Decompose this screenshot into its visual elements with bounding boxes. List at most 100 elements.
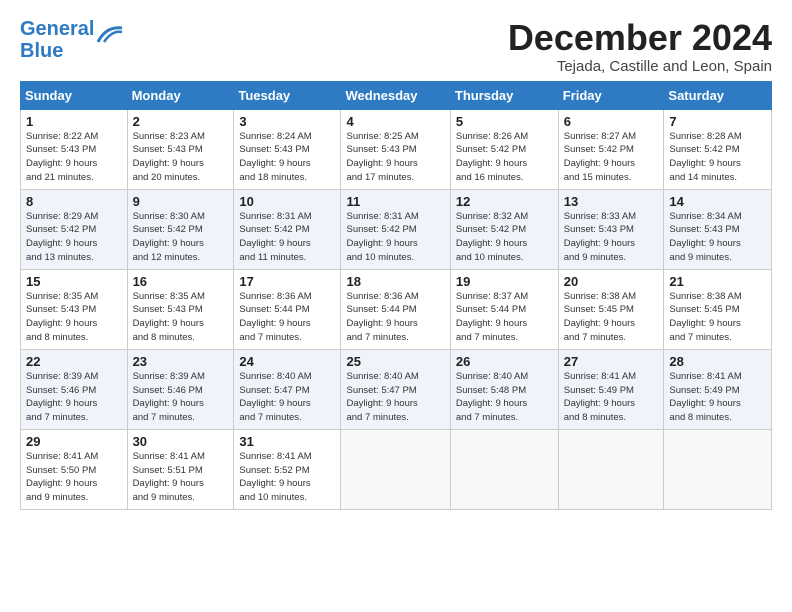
week-row-1: 1Sunrise: 8:22 AM Sunset: 5:43 PM Daylig…	[21, 109, 772, 189]
day-info: Sunrise: 8:41 AM Sunset: 5:49 PM Dayligh…	[669, 370, 766, 425]
day-number: 30	[133, 434, 229, 449]
table-cell: 30Sunrise: 8:41 AM Sunset: 5:51 PM Dayli…	[127, 429, 234, 509]
week-row-2: 8Sunrise: 8:29 AM Sunset: 5:42 PM Daylig…	[21, 189, 772, 269]
logo-wing-icon	[96, 24, 124, 46]
day-info: Sunrise: 8:38 AM Sunset: 5:45 PM Dayligh…	[669, 290, 766, 345]
day-info: Sunrise: 8:39 AM Sunset: 5:46 PM Dayligh…	[26, 370, 122, 425]
title-block: December 2024 Tejada, Castille and Leon,…	[508, 18, 772, 75]
day-number: 4	[346, 114, 444, 129]
day-info: Sunrise: 8:30 AM Sunset: 5:42 PM Dayligh…	[133, 210, 229, 265]
table-cell: 17Sunrise: 8:36 AM Sunset: 5:44 PM Dayli…	[234, 269, 341, 349]
day-info: Sunrise: 8:41 AM Sunset: 5:52 PM Dayligh…	[239, 450, 335, 505]
table-cell: 25Sunrise: 8:40 AM Sunset: 5:47 PM Dayli…	[341, 349, 450, 429]
table-cell: 2Sunrise: 8:23 AM Sunset: 5:43 PM Daylig…	[127, 109, 234, 189]
col-sunday: Sunday	[21, 81, 128, 109]
subtitle: Tejada, Castille and Leon, Spain	[508, 58, 772, 75]
day-number: 15	[26, 274, 122, 289]
table-cell: 7Sunrise: 8:28 AM Sunset: 5:42 PM Daylig…	[664, 109, 772, 189]
day-number: 22	[26, 354, 122, 369]
table-cell	[450, 429, 558, 509]
day-info: Sunrise: 8:37 AM Sunset: 5:44 PM Dayligh…	[456, 290, 553, 345]
table-cell: 29Sunrise: 8:41 AM Sunset: 5:50 PM Dayli…	[21, 429, 128, 509]
day-info: Sunrise: 8:28 AM Sunset: 5:42 PM Dayligh…	[669, 130, 766, 185]
table-cell: 22Sunrise: 8:39 AM Sunset: 5:46 PM Dayli…	[21, 349, 128, 429]
table-cell: 14Sunrise: 8:34 AM Sunset: 5:43 PM Dayli…	[664, 189, 772, 269]
col-tuesday: Tuesday	[234, 81, 341, 109]
day-number: 24	[239, 354, 335, 369]
day-number: 31	[239, 434, 335, 449]
table-cell: 11Sunrise: 8:31 AM Sunset: 5:42 PM Dayli…	[341, 189, 450, 269]
day-info: Sunrise: 8:38 AM Sunset: 5:45 PM Dayligh…	[564, 290, 659, 345]
table-cell: 21Sunrise: 8:38 AM Sunset: 5:45 PM Dayli…	[664, 269, 772, 349]
header-row: Sunday Monday Tuesday Wednesday Thursday…	[21, 81, 772, 109]
day-info: Sunrise: 8:32 AM Sunset: 5:42 PM Dayligh…	[456, 210, 553, 265]
table-cell: 3Sunrise: 8:24 AM Sunset: 5:43 PM Daylig…	[234, 109, 341, 189]
table-cell: 10Sunrise: 8:31 AM Sunset: 5:42 PM Dayli…	[234, 189, 341, 269]
week-row-5: 29Sunrise: 8:41 AM Sunset: 5:50 PM Dayli…	[21, 429, 772, 509]
day-number: 27	[564, 354, 659, 369]
logo: GeneralBlue	[20, 18, 124, 62]
day-info: Sunrise: 8:31 AM Sunset: 5:42 PM Dayligh…	[239, 210, 335, 265]
table-cell	[341, 429, 450, 509]
week-row-4: 22Sunrise: 8:39 AM Sunset: 5:46 PM Dayli…	[21, 349, 772, 429]
day-info: Sunrise: 8:27 AM Sunset: 5:42 PM Dayligh…	[564, 130, 659, 185]
calendar-page: GeneralBlue December 2024 Tejada, Castil…	[0, 0, 792, 520]
table-cell: 20Sunrise: 8:38 AM Sunset: 5:45 PM Dayli…	[558, 269, 664, 349]
table-cell: 13Sunrise: 8:33 AM Sunset: 5:43 PM Dayli…	[558, 189, 664, 269]
table-cell: 24Sunrise: 8:40 AM Sunset: 5:47 PM Dayli…	[234, 349, 341, 429]
day-info: Sunrise: 8:33 AM Sunset: 5:43 PM Dayligh…	[564, 210, 659, 265]
day-number: 3	[239, 114, 335, 129]
col-wednesday: Wednesday	[341, 81, 450, 109]
table-cell: 8Sunrise: 8:29 AM Sunset: 5:42 PM Daylig…	[21, 189, 128, 269]
table-cell	[558, 429, 664, 509]
day-number: 13	[564, 194, 659, 209]
day-number: 10	[239, 194, 335, 209]
col-friday: Friday	[558, 81, 664, 109]
table-cell: 19Sunrise: 8:37 AM Sunset: 5:44 PM Dayli…	[450, 269, 558, 349]
table-cell: 18Sunrise: 8:36 AM Sunset: 5:44 PM Dayli…	[341, 269, 450, 349]
day-number: 8	[26, 194, 122, 209]
day-number: 7	[669, 114, 766, 129]
table-cell: 9Sunrise: 8:30 AM Sunset: 5:42 PM Daylig…	[127, 189, 234, 269]
day-info: Sunrise: 8:25 AM Sunset: 5:43 PM Dayligh…	[346, 130, 444, 185]
table-cell: 6Sunrise: 8:27 AM Sunset: 5:42 PM Daylig…	[558, 109, 664, 189]
day-number: 16	[133, 274, 229, 289]
day-info: Sunrise: 8:22 AM Sunset: 5:43 PM Dayligh…	[26, 130, 122, 185]
logo-text: GeneralBlue	[20, 18, 94, 62]
day-number: 23	[133, 354, 229, 369]
day-info: Sunrise: 8:36 AM Sunset: 5:44 PM Dayligh…	[346, 290, 444, 345]
day-number: 1	[26, 114, 122, 129]
day-number: 6	[564, 114, 659, 129]
day-number: 19	[456, 274, 553, 289]
table-cell	[664, 429, 772, 509]
day-info: Sunrise: 8:23 AM Sunset: 5:43 PM Dayligh…	[133, 130, 229, 185]
day-info: Sunrise: 8:29 AM Sunset: 5:42 PM Dayligh…	[26, 210, 122, 265]
day-number: 18	[346, 274, 444, 289]
day-number: 11	[346, 194, 444, 209]
col-monday: Monday	[127, 81, 234, 109]
day-info: Sunrise: 8:31 AM Sunset: 5:42 PM Dayligh…	[346, 210, 444, 265]
day-info: Sunrise: 8:36 AM Sunset: 5:44 PM Dayligh…	[239, 290, 335, 345]
table-cell: 4Sunrise: 8:25 AM Sunset: 5:43 PM Daylig…	[341, 109, 450, 189]
day-info: Sunrise: 8:34 AM Sunset: 5:43 PM Dayligh…	[669, 210, 766, 265]
day-info: Sunrise: 8:24 AM Sunset: 5:43 PM Dayligh…	[239, 130, 335, 185]
table-cell: 5Sunrise: 8:26 AM Sunset: 5:42 PM Daylig…	[450, 109, 558, 189]
day-info: Sunrise: 8:41 AM Sunset: 5:51 PM Dayligh…	[133, 450, 229, 505]
day-info: Sunrise: 8:40 AM Sunset: 5:47 PM Dayligh…	[346, 370, 444, 425]
day-info: Sunrise: 8:41 AM Sunset: 5:49 PM Dayligh…	[564, 370, 659, 425]
week-row-3: 15Sunrise: 8:35 AM Sunset: 5:43 PM Dayli…	[21, 269, 772, 349]
day-number: 5	[456, 114, 553, 129]
day-info: Sunrise: 8:39 AM Sunset: 5:46 PM Dayligh…	[133, 370, 229, 425]
table-cell: 28Sunrise: 8:41 AM Sunset: 5:49 PM Dayli…	[664, 349, 772, 429]
day-number: 9	[133, 194, 229, 209]
day-number: 2	[133, 114, 229, 129]
day-info: Sunrise: 8:35 AM Sunset: 5:43 PM Dayligh…	[26, 290, 122, 345]
day-info: Sunrise: 8:40 AM Sunset: 5:48 PM Dayligh…	[456, 370, 553, 425]
col-thursday: Thursday	[450, 81, 558, 109]
day-number: 12	[456, 194, 553, 209]
day-number: 14	[669, 194, 766, 209]
table-cell: 23Sunrise: 8:39 AM Sunset: 5:46 PM Dayli…	[127, 349, 234, 429]
day-info: Sunrise: 8:40 AM Sunset: 5:47 PM Dayligh…	[239, 370, 335, 425]
table-cell: 1Sunrise: 8:22 AM Sunset: 5:43 PM Daylig…	[21, 109, 128, 189]
table-cell: 26Sunrise: 8:40 AM Sunset: 5:48 PM Dayli…	[450, 349, 558, 429]
